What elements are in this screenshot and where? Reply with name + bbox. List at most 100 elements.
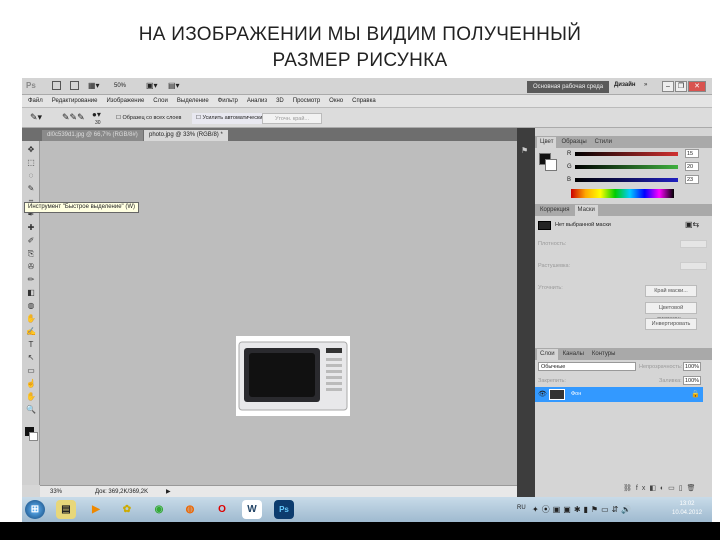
history-icon[interactable]: ⚑ (521, 146, 528, 155)
background-color-swatch[interactable] (545, 159, 557, 171)
extras-icon[interactable]: ▦▾ (88, 81, 100, 90)
restore-button[interactable]: ❐ (675, 81, 687, 92)
menu-item[interactable]: Анализ (247, 95, 267, 107)
tool-icon[interactable]: ✥ (26, 145, 36, 155)
design-workspace[interactable]: Дизайн (614, 82, 636, 88)
tool-icon[interactable]: ◧ (26, 288, 36, 298)
tab-color_panel-2[interactable]: Стили (592, 137, 615, 148)
tool-icon[interactable]: ✐ (26, 236, 36, 246)
tool-icon[interactable]: ✍ (26, 327, 36, 337)
tab-photo[interactable]: photo.jpg @ 33% (RGB/8) * (144, 130, 228, 141)
tool-icon[interactable]: ✏ (26, 275, 36, 285)
photoshop-taskbar-icon[interactable]: Ps (274, 500, 294, 519)
canvas-area[interactable] (40, 141, 517, 485)
tool-icon[interactable]: ✇ (26, 262, 36, 272)
language-indicator[interactable]: RU (517, 505, 526, 511)
minimize-button[interactable]: – (662, 81, 674, 92)
tab-layers_panel-0[interactable]: Слои (537, 349, 558, 360)
menu-item[interactable]: Редактирование (52, 95, 98, 107)
start-button[interactable]: ⊞ (25, 500, 45, 519)
slide-title: НА ИЗОБРАЖЕНИИ МЫ ВИДИМ ПОЛУЧЕННЫЙ РАЗМЕР… (138, 24, 582, 71)
arrange-icon[interactable]: ▣▾ (146, 81, 158, 90)
menu-item[interactable]: 3D (276, 95, 284, 107)
layer-actions-icons[interactable]: ⛓fx◧◐▭▯🗑 (623, 484, 700, 492)
tool-icon[interactable]: ⎘ (26, 249, 36, 259)
tool-icon[interactable]: ⬚ (26, 158, 36, 168)
explorer-icon[interactable]: ▤ (56, 500, 76, 519)
color-ramp[interactable] (571, 189, 674, 198)
tool-icon[interactable]: T (26, 340, 36, 350)
tab-masks_panel-1[interactable]: Маски (574, 205, 598, 216)
layer-row[interactable]: 👁 Фон 🔒 (535, 387, 703, 402)
sample-all-layers-checkbox[interactable]: ☐ Образец со всех слоев (112, 113, 185, 124)
mini-bridge-icon[interactable] (70, 81, 79, 90)
channel-slider-B[interactable] (575, 178, 678, 182)
options-bar: ✎▾ ✎✎✎ ●▾ 30 ☐ Образец со всех слоев ☐ У… (22, 108, 712, 128)
menu-item[interactable]: Изображение (106, 95, 144, 107)
mask-edge-button[interactable]: Край маски... (645, 285, 697, 297)
close-button[interactable]: ✕ (688, 81, 706, 92)
feather-input[interactable] (680, 262, 707, 270)
invert-button[interactable]: Инвертировать (645, 318, 697, 330)
workspace-button[interactable]: Основная рабочая среда (527, 81, 610, 93)
menu-item[interactable]: Выделение (177, 95, 209, 107)
density-input[interactable] (680, 240, 707, 248)
ps-logo: Ps (26, 81, 36, 90)
tool-icon[interactable]: ✎ (26, 184, 36, 194)
menu-item[interactable]: Справка (352, 95, 376, 107)
firefox-icon[interactable]: ◍ (180, 500, 200, 519)
tool-icon[interactable]: ↖ (26, 353, 36, 363)
tab-masks_panel-0[interactable]: Коррекция (537, 205, 573, 216)
masks-panel-tabs: Коррекция Маски (535, 204, 712, 216)
tool-icon[interactable]: 🔍 (26, 405, 36, 415)
channel-value-B[interactable]: 23 (685, 175, 699, 184)
tab-color_panel-0[interactable]: Цвет (537, 137, 557, 148)
tab-layers_panel-2[interactable]: Контуры (589, 349, 619, 360)
bridge-icon[interactable] (52, 81, 61, 90)
blend-mode-select[interactable]: Обычные (538, 362, 636, 371)
opera-icon[interactable]: O (212, 500, 232, 519)
brush-picker[interactable]: ●▾ (92, 110, 101, 119)
tab-layers_panel-1[interactable]: Каналы (560, 349, 587, 360)
tool-icon[interactable]: ◍ (26, 301, 36, 311)
channel-slider-G[interactable] (575, 165, 678, 169)
chrome-icon[interactable]: ◉ (149, 500, 169, 519)
tray-icons[interactable]: ✦⦿▣▣✱▮⚑▭⇵🔊 (532, 504, 634, 515)
color-range-button[interactable]: Цветовой диапазон... (645, 302, 697, 322)
menu-item[interactable]: Окно (329, 95, 343, 107)
pixel-mask-icon[interactable]: ▣⇆ (685, 220, 699, 229)
fill-input[interactable]: 100% (683, 376, 701, 385)
tool-icon[interactable]: ✋ (26, 314, 36, 324)
menu-item[interactable]: Фильтр (218, 95, 238, 107)
channel-slider-R[interactable] (575, 152, 678, 156)
lock-icon: 🔒 (691, 391, 700, 398)
refine-edge-button[interactable]: Уточн. край... (262, 113, 322, 124)
menu-item[interactable]: Просмотр (293, 95, 320, 107)
screen-mode-icon[interactable]: ▤▾ (168, 81, 180, 90)
clock[interactable]: 13:02 10.04.2012 (672, 500, 702, 518)
background-swatch-icon[interactable] (29, 432, 38, 441)
selection-mode-icons[interactable]: ✎✎✎ (62, 112, 85, 123)
tab-color_panel-1[interactable]: Образцы (558, 137, 589, 148)
auto-enhance-checkbox[interactable]: ☐ Усилить автоматически (192, 113, 267, 124)
media-player-icon[interactable]: ▶ (86, 500, 106, 519)
channel-value-G[interactable]: 20 (685, 162, 699, 171)
opacity-input[interactable]: 100% (683, 362, 701, 371)
tool-icon[interactable]: ✚ (26, 223, 36, 233)
document-tabs: dl0c539d1.jpg @ 66,7% (RGB/8#) photo.jpg… (22, 128, 517, 141)
menu-item[interactable]: Слои (153, 95, 168, 107)
more-workspaces[interactable]: » (644, 82, 647, 88)
app-icon[interactable]: ✿ (117, 500, 137, 519)
word-icon[interactable]: W (242, 500, 262, 519)
tool-icon[interactable]: ▭ (26, 366, 36, 376)
zoom-select[interactable]: 50% (114, 83, 126, 89)
menu-item[interactable]: Файл (28, 95, 43, 107)
channel-value-R[interactable]: 15 (685, 149, 699, 158)
density-label: Плотность: (538, 241, 567, 247)
tool-icon[interactable]: ☝ (26, 379, 36, 389)
tool-icon[interactable]: ◌ (26, 171, 36, 181)
quick-selection-tool-icon[interactable]: ✎▾ (30, 112, 42, 123)
tab-dl0c539d1[interactable]: dl0c539d1.jpg @ 66,7% (RGB/8#) (42, 130, 143, 141)
visibility-eye-icon[interactable]: 👁 (538, 390, 547, 398)
tool-icon[interactable]: ✋ (26, 392, 36, 402)
